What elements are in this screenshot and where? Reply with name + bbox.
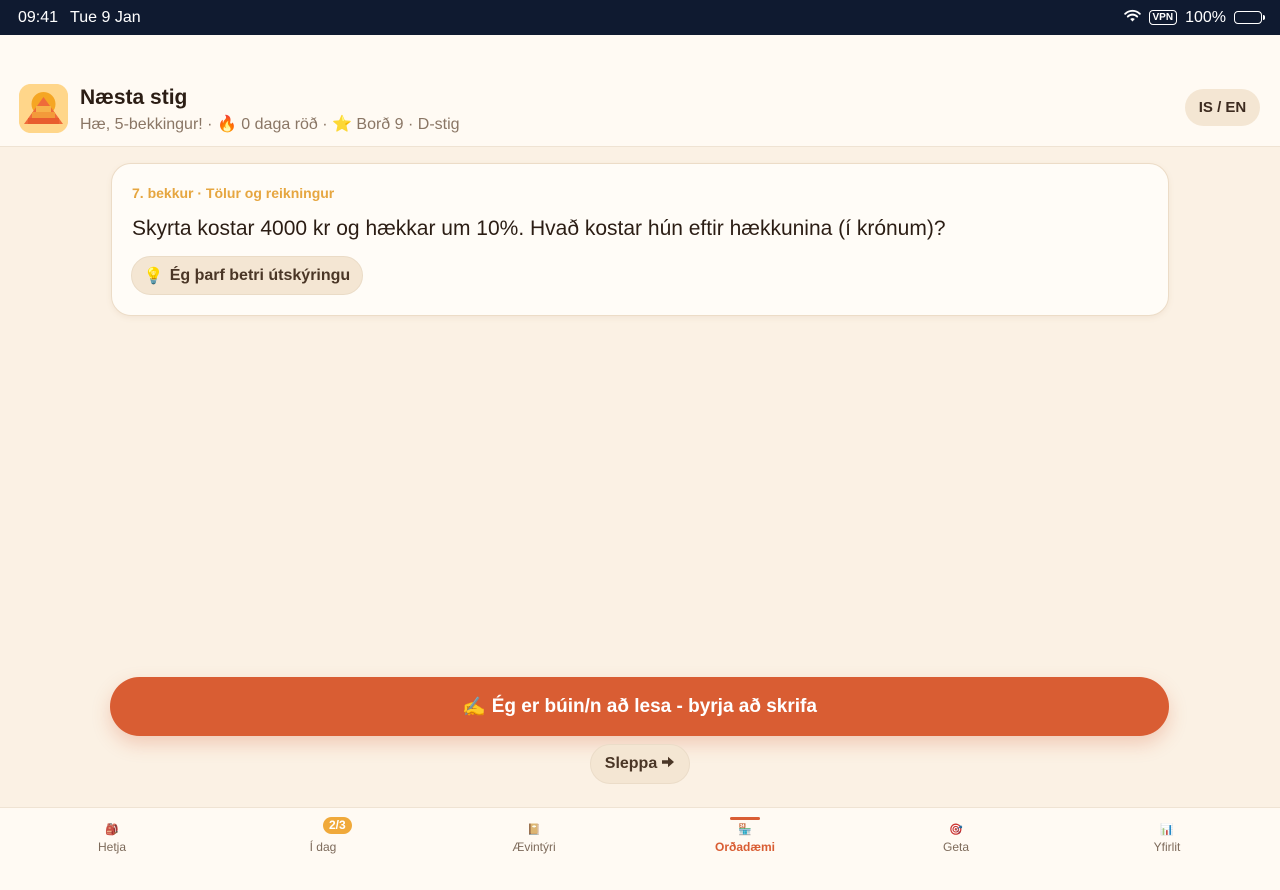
- question-category: 7. bekkur · Tölur og reikningur: [132, 185, 335, 201]
- explain-button[interactable]: 💡 Ég þarf betri útskýringu: [131, 256, 363, 295]
- nav-item-yfirlit[interactable]: 📊 Yfirlit: [1061, 808, 1273, 890]
- vpn-indicator: VPN: [1148, 10, 1178, 25]
- skip-button[interactable]: Sleppa: [590, 744, 690, 784]
- app-header: Næsta stig Hæ, 5-bekkingur! · 🔥 0 daga r…: [0, 35, 1280, 147]
- nav-label: Geta: [942, 840, 969, 854]
- status-time: 09:41: [18, 8, 59, 26]
- start-writing-button[interactable]: ✍️ Ég er búin/n að lesa - byrja að skrif…: [110, 677, 1169, 736]
- status-date: Tue 9 Jan: [70, 8, 141, 26]
- store-icon: 🏪: [738, 824, 752, 836]
- language-toggle-button[interactable]: IS / EN: [1185, 89, 1260, 126]
- nav-item-ordadaemi[interactable]: 🏪 Orðadæmi: [639, 808, 851, 890]
- wifi-icon: [1123, 9, 1141, 27]
- bottom-nav: 🎒 Hetja 2/3 Í dag 📔 Ævintýri 🏪 Orðadæmi …: [0, 807, 1280, 890]
- battery-percent: 100%: [1185, 8, 1226, 26]
- greeting-stats: Hæ, 5-bekkingur! · 🔥 0 daga röð · ⭐ Borð…: [80, 116, 460, 133]
- nav-item-geta[interactable]: 🎯 Geta: [850, 808, 1062, 890]
- nav-label: Í dag: [309, 840, 337, 854]
- progress-badge: 2/3: [323, 817, 352, 834]
- chart-icon: 📊: [1160, 824, 1174, 836]
- nav-label: Ævintýri: [512, 840, 556, 854]
- start-writing-label: Ég er búin/n að lesa - byrja að skrifa: [491, 695, 817, 717]
- arrow-right-icon: [661, 755, 675, 773]
- nav-label: Orðadæmi: [714, 840, 775, 854]
- explain-button-label: Ég þarf betri útskýringu: [169, 266, 351, 284]
- question-text: Skyrta kostar 4000 kr og hækkar um 10%. …: [132, 217, 946, 240]
- battery-icon: [1234, 11, 1265, 24]
- status-bar: 09:41 Tue 9 Jan VPN 100%: [0, 0, 1280, 35]
- target-icon: 🎯: [949, 824, 963, 836]
- skip-label: Sleppa: [604, 755, 658, 772]
- nav-item-aevintyri[interactable]: 📔 Ævintýri: [428, 808, 640, 890]
- nav-label: Hetja: [97, 840, 126, 854]
- lightbulb-icon: 💡: [143, 267, 164, 285]
- active-tab-indicator: [730, 817, 760, 820]
- question-card: 7. bekkur · Tölur og reikningur Skyrta k…: [111, 163, 1169, 316]
- status-right: VPN 100%: [1123, 8, 1265, 27]
- nav-item-i-dag[interactable]: 2/3 Í dag: [217, 808, 429, 890]
- nav-label: Yfirlit: [1153, 840, 1181, 854]
- nav-item-hetja[interactable]: 🎒 Hetja: [6, 808, 218, 890]
- writing-hand-icon: ✍️: [462, 696, 486, 718]
- page-title: Næsta stig: [80, 86, 188, 109]
- book-icon: 📔: [527, 824, 541, 836]
- backpack-icon: 🎒: [105, 824, 119, 836]
- app-logo-icon: [19, 84, 68, 133]
- status-left: 09:41 Tue 9 Jan: [18, 9, 141, 27]
